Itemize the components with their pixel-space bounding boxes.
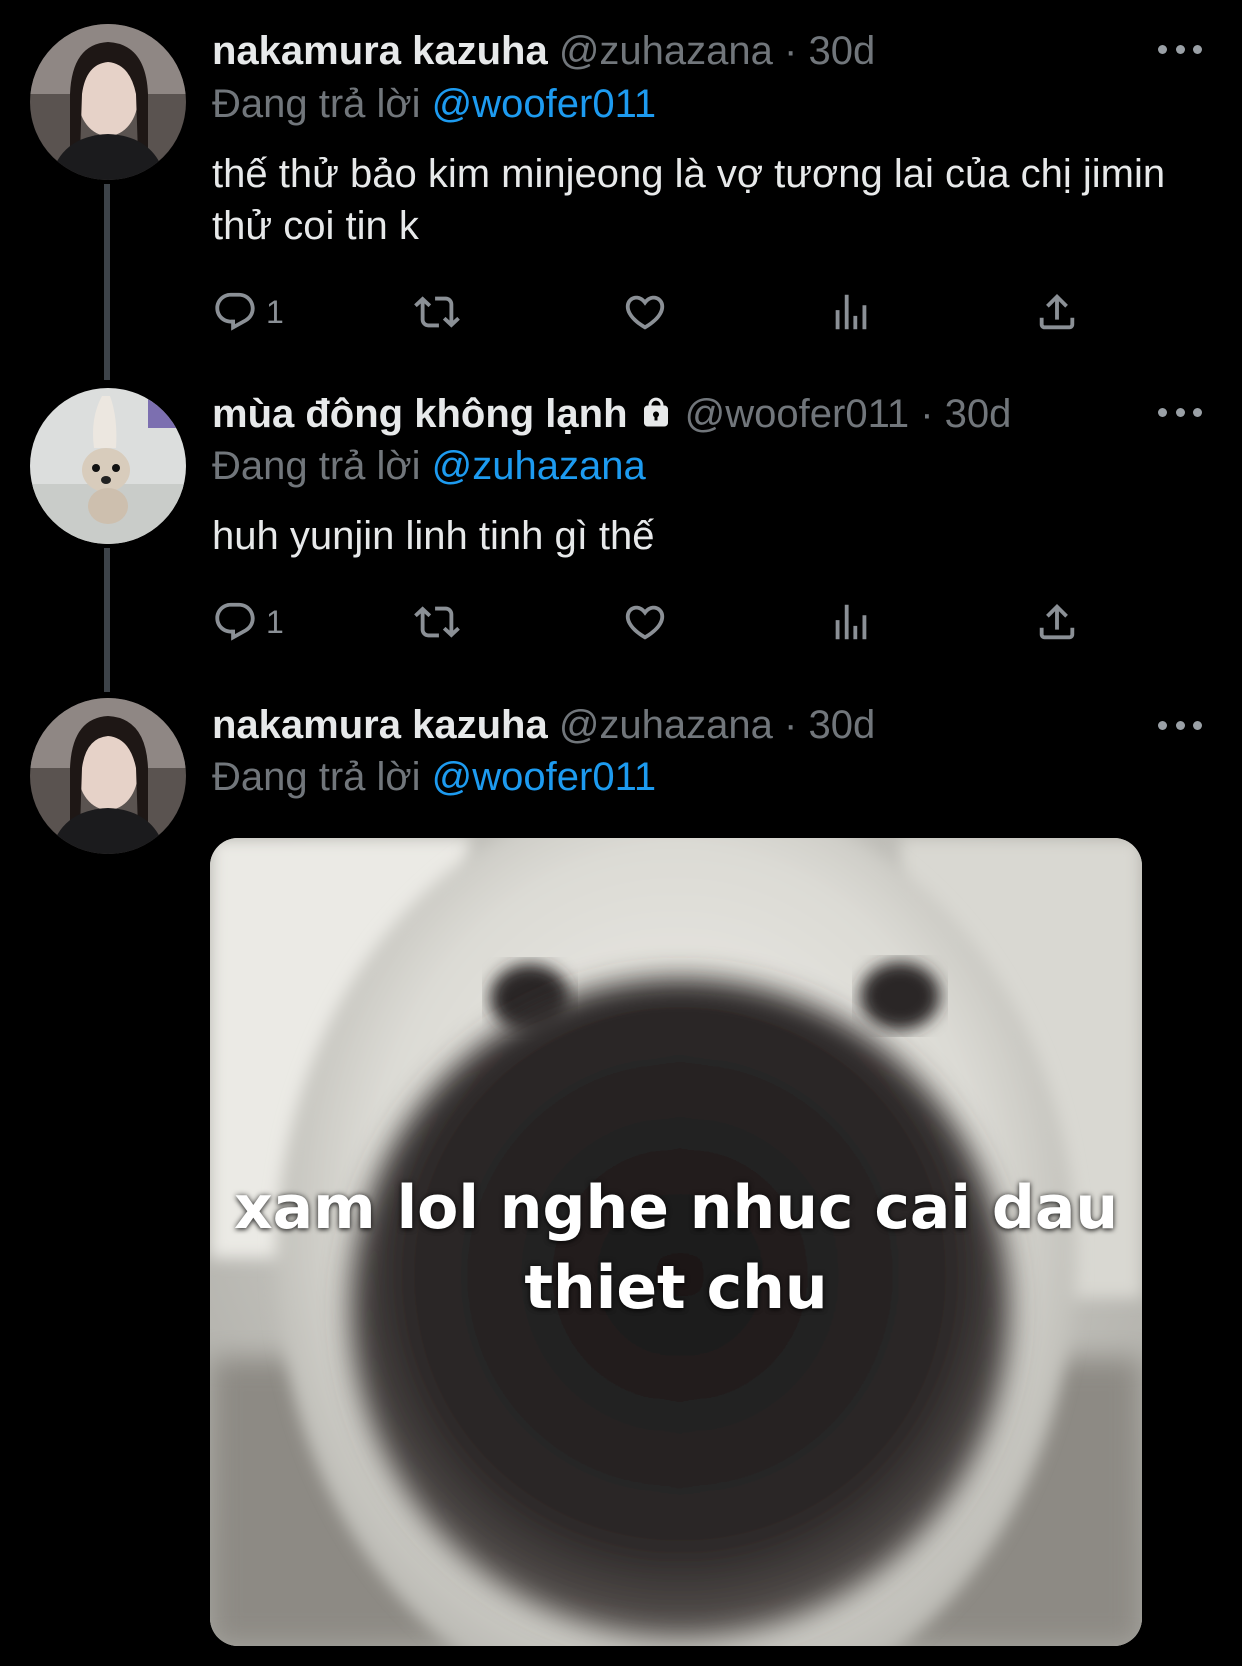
share-button[interactable] <box>1034 596 1080 648</box>
timestamp[interactable]: 30d <box>809 29 876 73</box>
tweet[interactable]: nakamura kazuha @zuhazana · 30d Đang trả… <box>0 680 1242 1666</box>
timestamp[interactable]: 30d <box>809 703 876 747</box>
retweet-icon <box>414 289 460 335</box>
retweet-icon <box>414 599 460 645</box>
tweet-actions: 1 <box>212 286 1092 338</box>
mention-link[interactable]: @zuhazana <box>432 444 646 488</box>
display-name[interactable]: nakamura kazuha <box>212 703 548 747</box>
timestamp[interactable]: 30d <box>945 392 1012 436</box>
reply-count: 1 <box>266 603 284 640</box>
views-button[interactable] <box>828 596 874 648</box>
tweet-text: thế thử bảo kim minjeong là vợ tương lai… <box>212 152 1166 248</box>
reply-count: 1 <box>266 293 284 330</box>
replying-prefix: Đang trả lời <box>212 444 421 488</box>
avatar[interactable] <box>30 388 186 544</box>
display-name[interactable]: nakamura kazuha <box>212 29 548 73</box>
tweet-header: mùa đông không lạnh @woofer011 · 30d <box>212 390 1011 438</box>
more-icon[interactable] <box>1158 37 1202 61</box>
separator-dot: · <box>784 29 798 73</box>
more-icon[interactable] <box>1158 400 1202 424</box>
tweet[interactable]: mùa đông không lạnh @woofer011 · 30d Đan… <box>0 370 1242 670</box>
tweet-actions: 1 <box>212 596 1092 648</box>
tweet-header: nakamura kazuha @zuhazana · 30d <box>212 701 875 749</box>
tweet[interactable]: nakamura kazuha @zuhazana · 30d Đang trả… <box>0 0 1242 370</box>
like-icon <box>622 599 668 645</box>
reply-button[interactable]: 1 <box>212 596 284 648</box>
views-icon <box>828 289 874 335</box>
views-icon <box>828 599 874 645</box>
like-icon <box>622 289 668 335</box>
media-caption: xam lol nghe nhuc cai dau thiet chu <box>210 1168 1142 1328</box>
user-handle[interactable]: @woofer011 <box>685 392 909 436</box>
separator-dot: · <box>920 392 934 436</box>
display-name[interactable]: mùa đông không lạnh <box>212 392 628 436</box>
reply-icon <box>212 289 258 335</box>
like-button[interactable] <box>622 596 668 648</box>
tweet-header: nakamura kazuha @zuhazana · 30d <box>212 27 875 75</box>
lock-icon <box>643 397 668 427</box>
views-button[interactable] <box>828 286 874 338</box>
retweet-button[interactable] <box>414 596 460 648</box>
replying-to: Đang trả lời @woofer011 <box>212 753 656 801</box>
replying-to: Đang trả lời @zuhazana <box>212 442 646 490</box>
like-button[interactable] <box>622 286 668 338</box>
reply-button[interactable]: 1 <box>212 286 284 338</box>
replying-to: Đang trả lời @woofer011 <box>212 80 656 128</box>
avatar[interactable] <box>30 24 186 180</box>
user-handle[interactable]: @zuhazana <box>559 29 773 73</box>
share-icon <box>1034 289 1080 335</box>
media-caption-line: xam lol nghe nhuc cai dau <box>233 1173 1119 1243</box>
mention-link[interactable]: @woofer011 <box>432 82 656 126</box>
share-icon <box>1034 599 1080 645</box>
mention-link[interactable]: @woofer011 <box>432 755 656 799</box>
replying-prefix: Đang trả lời <box>212 755 421 799</box>
separator-dot: · <box>784 703 798 747</box>
user-handle[interactable]: @zuhazana <box>559 703 773 747</box>
media-caption-line: thiet chu <box>524 1253 828 1323</box>
share-button[interactable] <box>1034 286 1080 338</box>
retweet-button[interactable] <box>414 286 460 338</box>
replying-prefix: Đang trả lời <box>212 82 421 126</box>
more-icon[interactable] <box>1158 713 1202 737</box>
tweet-media-image[interactable]: xam lol nghe nhuc cai dau thiet chu <box>210 838 1142 1646</box>
avatar[interactable] <box>30 698 186 854</box>
reply-icon <box>212 599 258 645</box>
tweet-text: huh yunjin linh tinh gì thế <box>212 514 655 558</box>
